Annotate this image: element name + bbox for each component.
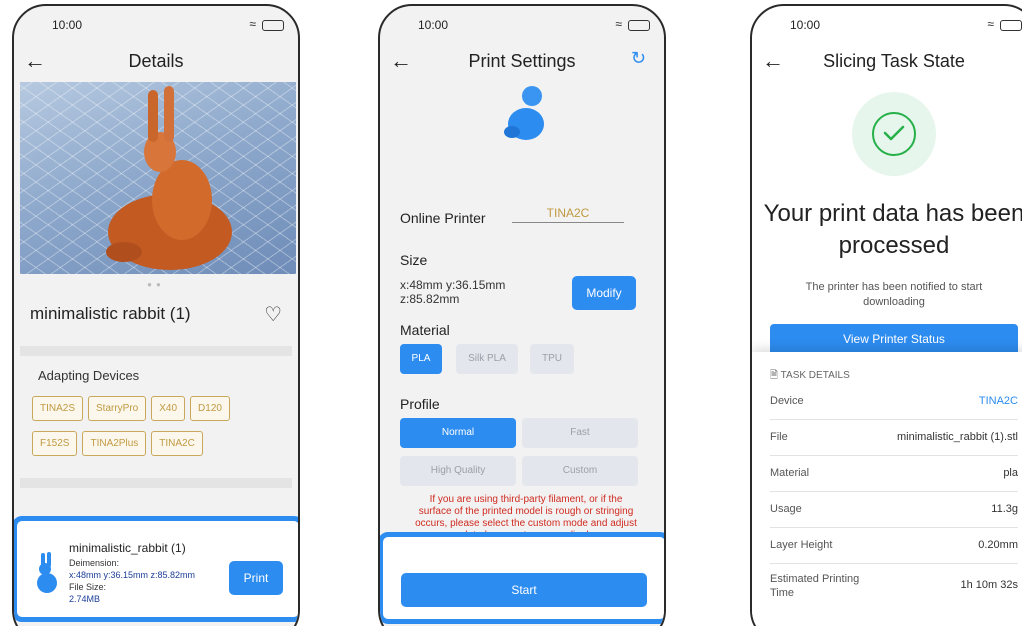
task-details-label: TASK DETAILS xyxy=(780,370,850,381)
online-printer-label: Online Printer xyxy=(400,210,486,226)
detail-key: Device xyxy=(770,395,804,407)
success-subline: The printer has been notified to start d… xyxy=(805,281,983,308)
task-navbar: ← Slicing Task State xyxy=(752,48,1022,76)
dimension-label: Deimension: xyxy=(69,558,120,568)
view-printer-status-button[interactable]: View Printer Status xyxy=(770,324,1018,352)
check-icon xyxy=(872,112,916,156)
device-chip[interactable]: StarryPro xyxy=(88,396,147,421)
task-state-screen: 10:00 ≈ ← Slicing Task State Your print … xyxy=(750,4,1022,626)
refresh-icon[interactable]: ↻ xyxy=(631,48,646,69)
detail-value: 0.20mm xyxy=(978,539,1018,551)
material-label: Material xyxy=(400,322,450,338)
detail-row-material: Material pla xyxy=(770,456,1018,492)
details-navbar: ← Details xyxy=(14,48,298,76)
print-button[interactable]: Print xyxy=(229,561,283,595)
profile-label: Profile xyxy=(400,396,440,412)
profile-option-normal[interactable]: Normal xyxy=(400,418,516,448)
carousel-dots[interactable]: ●● xyxy=(14,280,298,289)
rabbit-model-preview xyxy=(504,86,544,140)
modify-button[interactable]: Modify xyxy=(572,276,636,310)
battery-icon xyxy=(262,20,284,31)
task-details-panel: 🗎 TASK DETAILS Device TINA2C File minima… xyxy=(752,352,1022,626)
divider xyxy=(20,478,292,488)
battery-icon xyxy=(628,20,650,31)
profile-option-custom[interactable]: Custom xyxy=(522,456,638,486)
status-time: 10:00 xyxy=(418,18,449,32)
divider xyxy=(20,346,292,356)
status-time: 10:00 xyxy=(52,18,83,32)
start-card: Start xyxy=(380,532,664,624)
success-headline: Your print data has been processed xyxy=(763,200,1022,259)
page-title: Details xyxy=(128,51,184,71)
device-chip[interactable]: F152S xyxy=(32,431,78,456)
material-option-tpu[interactable]: TPU xyxy=(530,344,574,374)
detail-row-layer-height: Layer Height 0.20mm xyxy=(770,528,1018,564)
start-button[interactable]: Start xyxy=(401,573,647,607)
document-icon: 🗎 xyxy=(770,370,779,381)
online-printer-select[interactable]: TINA2C xyxy=(512,206,624,223)
device-chip[interactable]: D120 xyxy=(190,396,230,421)
success-badge xyxy=(852,92,936,176)
dimension-value: x:48mm y:36.15mm z:85.82mm xyxy=(69,570,196,580)
size-label: Size xyxy=(400,252,428,268)
model-photo[interactable] xyxy=(20,82,296,274)
page-title: Slicing Task State xyxy=(823,51,965,71)
rabbit-model-image xyxy=(106,86,232,270)
task-details-header: 🗎 TASK DETAILS xyxy=(770,368,850,385)
model-name: minimalistic rabbit (1) xyxy=(30,304,191,323)
device-chip[interactable]: X40 xyxy=(151,396,186,421)
detail-value: pla xyxy=(1003,467,1018,479)
model-summary-card: minimalistic_rabbit (1) Deimension: x:48… xyxy=(14,516,298,622)
detail-row-print-time: Estimated Printing Time 1h 10m 32s xyxy=(770,564,1018,608)
material-option-pla[interactable]: PLA xyxy=(400,344,442,374)
wifi-icon: ≈ xyxy=(249,17,256,31)
profile-option-fast[interactable]: Fast xyxy=(522,418,638,448)
print-settings-screen: 10:00 ≈ ← Print Settings ↻ Online Printe… xyxy=(378,4,666,626)
detail-value: 11.3g xyxy=(991,503,1018,515)
detail-row-usage: Usage 11.3g xyxy=(770,492,1018,528)
size-line-1: x:48mm y:36.15mm xyxy=(400,278,506,292)
detail-key: Material xyxy=(770,467,810,479)
adapting-devices-title: Adapting Devices xyxy=(38,368,140,383)
details-screen: 10:00 ≈ ← Details ●● minimalistic rabbit… xyxy=(12,4,300,626)
battery-icon xyxy=(1000,20,1022,31)
wifi-icon: ≈ xyxy=(987,17,994,31)
device-chip[interactable]: TINA2C xyxy=(151,431,203,456)
device-chip[interactable]: TINA2Plus xyxy=(82,431,147,456)
heart-icon[interactable]: ♡ xyxy=(264,302,282,327)
detail-key: Estimated Printing Time xyxy=(770,573,860,599)
file-size-label: File Size: xyxy=(69,582,107,592)
device-chip[interactable]: TINA2S xyxy=(32,396,84,421)
detail-key: File xyxy=(770,431,788,443)
summary-model-name: minimalistic_rabbit (1) xyxy=(69,541,186,555)
device-chips: TINA2S StarryPro X40 D120 F152S TINA2Plus TINA… xyxy=(32,396,282,466)
status-time: 10:00 xyxy=(790,18,821,32)
size-value: x:48mm y:36.15mm z:85.82mm xyxy=(400,278,505,306)
page-title: Print Settings xyxy=(468,51,576,71)
detail-value: TINA2C xyxy=(978,395,1018,407)
file-size-value: 2.74MB xyxy=(69,594,101,604)
wifi-icon: ≈ xyxy=(615,17,622,31)
status-bar: 10:00 ≈ xyxy=(380,16,664,34)
detail-value: 1h 10m 32s xyxy=(960,579,1018,591)
status-bar: 10:00 ≈ xyxy=(14,16,298,34)
detail-key: Layer Height xyxy=(770,539,833,551)
material-option-silk-pla[interactable]: Silk PLA xyxy=(456,344,518,374)
detail-row-file: File minimalistic_rabbit (1).stl xyxy=(770,420,1018,456)
size-line-2: z:85.82mm xyxy=(400,292,460,306)
detail-value: minimalistic_rabbit (1).stl xyxy=(896,431,1018,443)
detail-row-device: Device TINA2C xyxy=(770,384,1018,420)
status-bar: 10:00 ≈ xyxy=(752,16,1022,34)
settings-navbar: ← Print Settings ↻ xyxy=(380,48,664,76)
detail-key: Usage xyxy=(770,503,802,515)
rabbit-icon xyxy=(37,552,57,593)
profile-option-high-quality[interactable]: High Quality xyxy=(400,456,516,486)
